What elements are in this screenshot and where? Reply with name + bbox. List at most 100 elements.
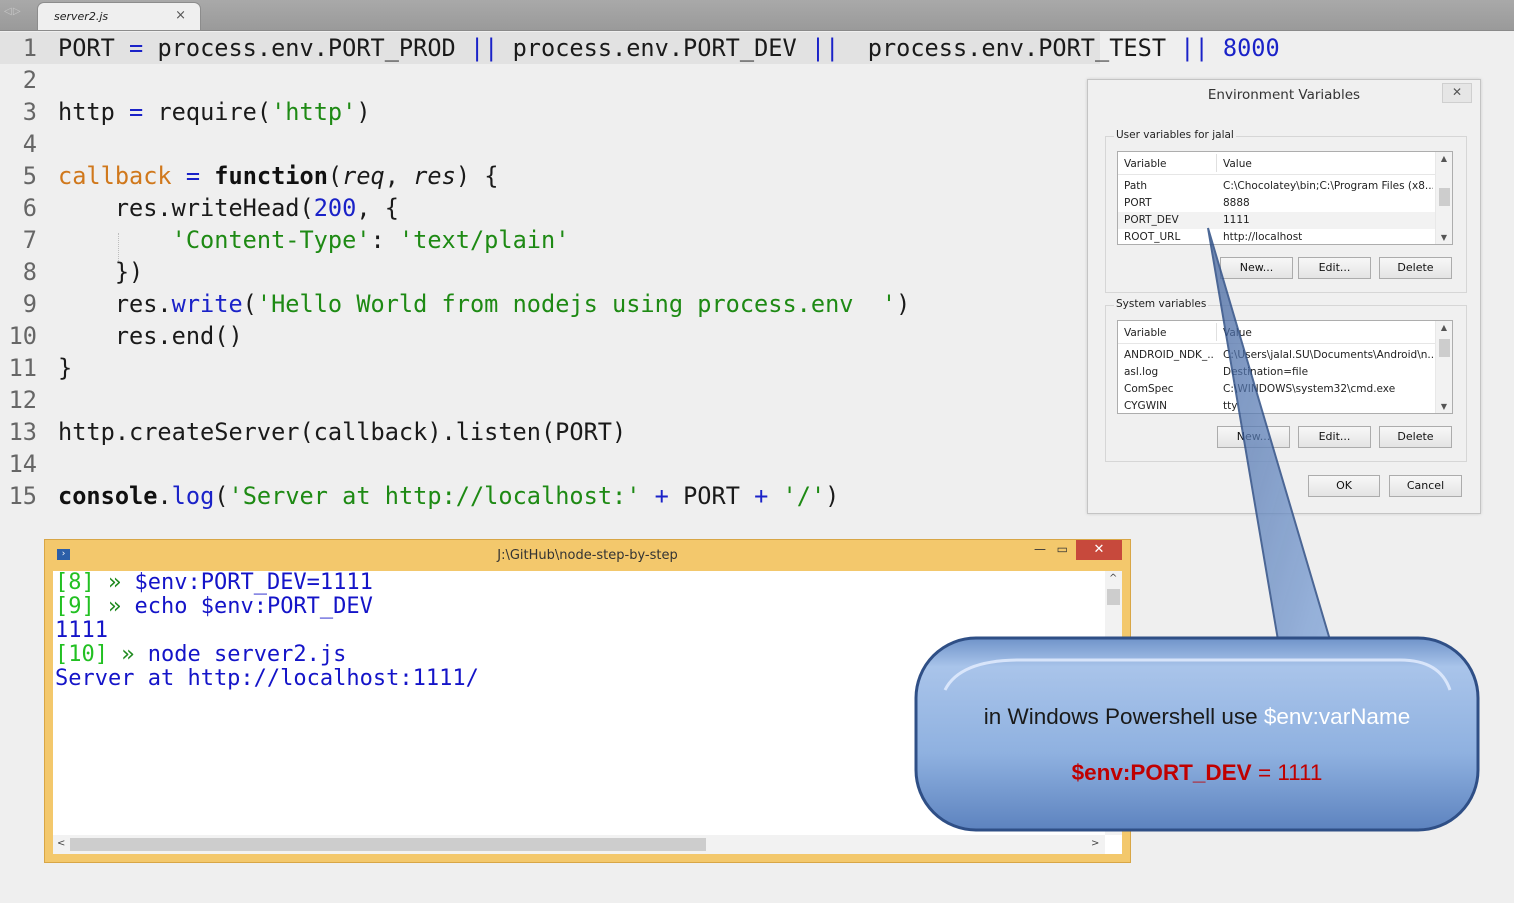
system-new-button[interactable]: New... <box>1217 426 1290 448</box>
line-number: 9 <box>22 290 37 318</box>
user-delete-button[interactable]: Delete <box>1379 257 1452 279</box>
code-token: 200 <box>313 194 357 222</box>
code-line[interactable]: 15 console.log('Server at http://localhos… <box>0 480 1100 512</box>
code-token: } <box>58 354 73 382</box>
system-variables-list[interactable]: Variable Value ▲ ▼ ANDROID_NDK_... C:\Use… <box>1117 320 1453 414</box>
code-line[interactable]: 13 http.createServer(callback).listen(POR… <box>0 416 1100 448</box>
code-line[interactable]: 6 res.writeHead(200, { <box>0 192 1100 224</box>
minimize-button[interactable]: — <box>1034 542 1046 556</box>
variable-row[interactable]: asl.log Destination=file <box>1118 364 1435 381</box>
ok-button[interactable]: OK <box>1308 475 1380 497</box>
variable-row[interactable]: ANDROID_NDK_... C:\Users\jalal.SU\Documen… <box>1118 347 1435 364</box>
code-token: || <box>1180 34 1209 62</box>
scroll-down-icon[interactable]: ▼ <box>1436 402 1452 411</box>
window-title: J:\GitHub\node-step-by-step <box>497 548 678 563</box>
variable-name: PORT_DEV <box>1124 214 1179 226</box>
variable-row[interactable]: ComSpec C:\WINDOWS\system32\cmd.exe <box>1118 381 1435 398</box>
code-line[interactable]: 9 res.write('Hello World from nodejs usi… <box>0 288 1100 320</box>
list-header: Variable Value <box>1118 152 1435 175</box>
code-line[interactable]: 10 res.end() <box>0 320 1100 352</box>
variable-name: Path <box>1124 180 1148 192</box>
line-number: 13 <box>8 418 37 446</box>
code-token: http.createServer(callback).listen(PORT) <box>58 418 627 446</box>
variable-row[interactable]: CYGWIN tty <box>1118 398 1435 415</box>
line-number: 5 <box>22 162 37 190</box>
user-variables-group: User variables for jalal Variable Value … <box>1105 129 1467 293</box>
variable-name: ROOT_URL <box>1124 231 1181 243</box>
console-text: $env:PORT_DEV=1111 <box>121 570 373 595</box>
scroll-thumb[interactable] <box>1439 188 1450 206</box>
console-vertical-scrollbar[interactable]: ^ <box>1105 571 1122 835</box>
code-token: res. <box>58 290 172 318</box>
code-token: PORT <box>58 34 130 62</box>
code-token: '/' <box>782 482 826 510</box>
code-token: , { <box>356 194 399 222</box>
scroll-thumb[interactable] <box>1107 589 1120 605</box>
console-line: [9] » echo $env:PORT_DEV <box>55 595 373 619</box>
system-variables-label: System variables <box>1114 298 1209 310</box>
scroll-thumb[interactable] <box>1439 339 1450 357</box>
user-new-button[interactable]: New... <box>1220 257 1293 279</box>
column-header-variable[interactable]: Variable <box>1124 158 1167 170</box>
scroll-down-icon[interactable]: ▼ <box>1436 233 1452 242</box>
variable-value: tty <box>1223 400 1238 412</box>
column-header-value[interactable]: Value <box>1223 158 1252 170</box>
console-text: Server at http://localhost:1111/ <box>55 666 479 691</box>
column-header-variable[interactable]: Variable <box>1124 327 1167 339</box>
code-token: 'text/plain' <box>398 226 570 254</box>
system-edit-button[interactable]: Edit... <box>1298 426 1371 448</box>
code-token: process.env.PORT_DEV <box>498 34 811 62</box>
system-delete-button[interactable]: Delete <box>1379 426 1452 448</box>
code-text: }) <box>58 256 143 288</box>
variable-row[interactable]: PORT 8888 <box>1118 195 1435 212</box>
tab-nav-arrows[interactable]: ◁ ▷ <box>4 6 21 17</box>
column-header-value[interactable]: Value <box>1223 327 1252 339</box>
window-close-button[interactable]: ✕ <box>1076 540 1122 560</box>
scroll-right-icon[interactable]: > <box>1091 838 1099 849</box>
code-token: || <box>469 34 499 62</box>
system-list-scrollbar[interactable]: ▲ ▼ <box>1435 321 1452 413</box>
code-token: res.end() <box>58 322 243 350</box>
code-line[interactable]: 11} <box>0 352 1100 384</box>
user-variables-list[interactable]: Variable Value ▲ ▼ Path C:\Chocolatey\bin… <box>1117 151 1453 245</box>
line-number: 6 <box>22 194 37 222</box>
editor-tab-bar: ◁ ▷ server2.js × <box>0 0 1514 31</box>
console-horizontal-scrollbar[interactable]: < > <box>53 835 1105 854</box>
code-line[interactable]: 1 PORT = process.env.PORT_PROD || process… <box>0 32 1280 64</box>
tab-close-icon[interactable]: × <box>175 8 186 23</box>
code-line[interactable]: 2 <box>0 64 1100 96</box>
user-list-scrollbar[interactable]: ▲ ▼ <box>1435 152 1452 244</box>
scroll-up-icon[interactable]: ^ <box>1109 573 1117 584</box>
code-token: ) <box>356 98 371 126</box>
scroll-up-icon[interactable]: ▲ <box>1436 154 1452 163</box>
callout-env-value: = 1111 <box>1251 760 1323 785</box>
console-line: [10] » node server2.js <box>55 643 346 667</box>
scroll-up-icon[interactable]: ▲ <box>1436 323 1452 332</box>
code-line[interactable]: 3 http = require('http') <box>0 96 1100 128</box>
prompt-chevron-icon: » <box>94 570 122 595</box>
code-line[interactable]: 4 <box>0 128 1100 160</box>
scroll-left-icon[interactable]: < <box>57 838 65 849</box>
code-token: log <box>171 482 215 510</box>
code-line[interactable]: 12 <box>0 384 1100 416</box>
code-line[interactable]: 7 'Content-Type': 'text/plain' <box>0 224 1100 256</box>
variable-row[interactable]: PORT_DEV 1111 <box>1118 212 1435 229</box>
code-token: ) { <box>455 162 499 190</box>
variable-name: CYGWIN <box>1124 400 1168 412</box>
scroll-thumb[interactable] <box>70 838 706 851</box>
console-line: Server at http://localhost:1111/ <box>55 667 479 691</box>
variable-row[interactable]: Path C:\Chocolatey\bin;C:\Program Files (… <box>1118 178 1435 195</box>
tab-server2-js[interactable]: server2.js × <box>38 3 200 30</box>
user-edit-button[interactable]: Edit... <box>1298 257 1371 279</box>
code-line[interactable]: 14 <box>0 448 1100 480</box>
dialog-close-button[interactable]: ✕ <box>1442 83 1472 103</box>
code-token: : <box>370 226 399 254</box>
maximize-button[interactable]: ▭ <box>1057 542 1068 556</box>
console-line: [8] » $env:PORT_DEV=1111 <box>55 571 373 595</box>
variable-row[interactable]: ROOT_URL http://localhost <box>1118 229 1435 246</box>
line-number: 14 <box>8 450 37 478</box>
code-line[interactable]: 8 }) <box>0 256 1100 288</box>
code-token: . <box>157 482 172 510</box>
code-line[interactable]: 5 callback = function(req, res) { <box>0 160 1100 192</box>
cancel-button[interactable]: Cancel <box>1389 475 1462 497</box>
